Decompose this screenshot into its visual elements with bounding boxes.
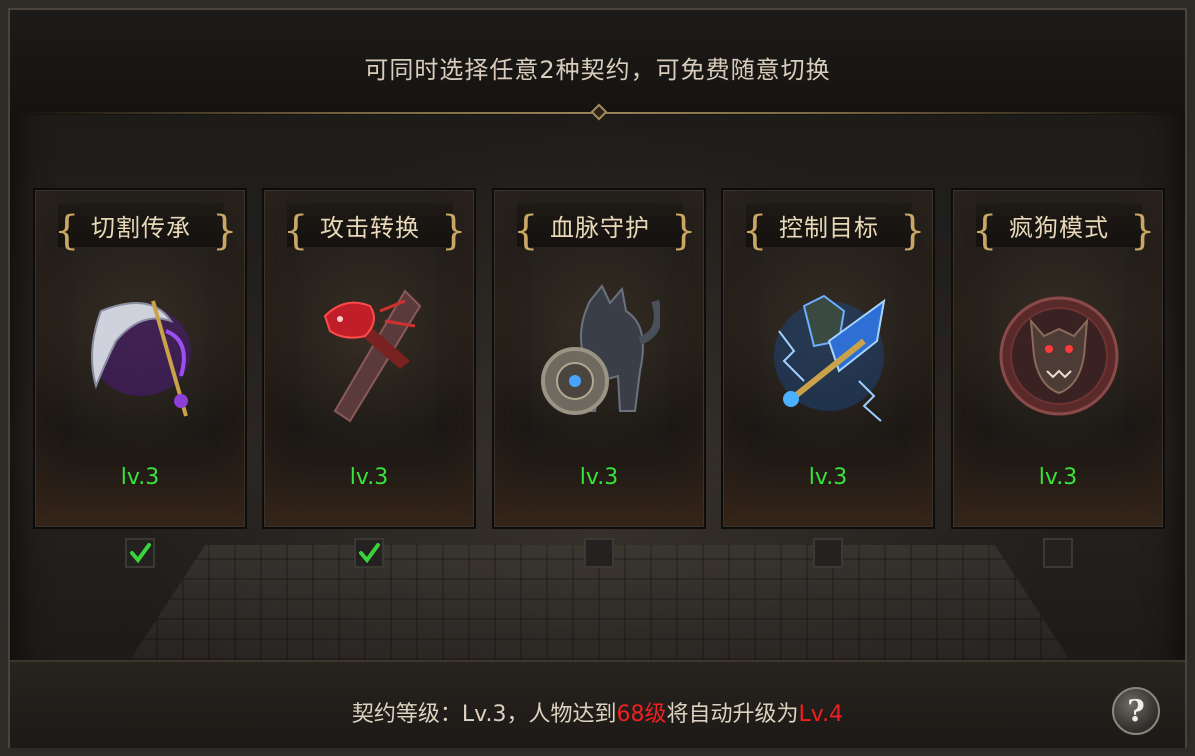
left-brace-icon: { — [54, 208, 81, 254]
question-mark-icon: ? — [1127, 693, 1145, 729]
select-checkbox-1[interactable] — [125, 538, 155, 568]
card-level: lv.3 — [120, 465, 160, 490]
purple-scythe-icon — [91, 300, 191, 417]
header-instruction: 可同时选择任意2种契约，可免费随意切换 — [364, 56, 831, 84]
card-title: 疯狗模式 — [1009, 213, 1109, 242]
right-brace-icon: } — [1130, 208, 1157, 254]
card-title-frame: { 疯狗模式 } — [972, 203, 1155, 253]
select-checkbox-3[interactable] — [584, 538, 614, 568]
footer: 契约等级：Lv.3，人物达到68级将自动升级为Lv.4 — [10, 660, 1185, 748]
contract-card-2[interactable]: { 攻击转换 } lv.3 — [264, 190, 474, 527]
contract-card-5[interactable]: { 疯狗模式 } lv.3 — [953, 190, 1163, 527]
card-title-frame: { 切割传承 } — [54, 203, 237, 253]
contract-card-1[interactable]: { 切割传承 } lv.3 — [35, 190, 245, 527]
level-info-prefix: 契约等级：Lv.3，人物达到 — [351, 702, 617, 727]
contract-card-3[interactable]: { 血脉守护 } lv.3 — [494, 190, 704, 527]
card-title: 控制目标 — [779, 213, 879, 242]
mad-dog-emblem-icon — [999, 296, 1119, 416]
right-brace-icon: } — [900, 208, 927, 254]
card-level: lv.3 — [579, 465, 619, 490]
checkmark-icon — [130, 543, 151, 564]
contract-card-4[interactable]: { 控制目标 } lv.3 — [723, 190, 933, 527]
left-brace-icon: { — [742, 208, 769, 254]
select-checkbox-4[interactable] — [813, 538, 843, 568]
card-title: 切割传承 — [91, 213, 191, 242]
card-title: 攻击转换 — [320, 213, 420, 242]
card-title-frame: { 控制目标 } — [742, 203, 925, 253]
help-button[interactable]: ? — [1112, 687, 1160, 735]
card-level: lv.3 — [1038, 465, 1078, 490]
select-checkbox-2[interactable] — [354, 538, 384, 568]
wolf-shield-icon — [541, 284, 660, 415]
card-level: lv.3 — [349, 465, 389, 490]
next-level: Lv.4 — [798, 702, 844, 727]
card-title-frame: { 血脉守护 } — [513, 203, 696, 253]
contract-level-info: 契约等级：Lv.3，人物达到68级将自动升级为Lv.4 — [10, 696, 1185, 728]
card-title-frame: { 攻击转换 } — [283, 203, 466, 253]
card-title: 血脉守护 — [550, 213, 650, 242]
left-brace-icon: { — [283, 208, 310, 254]
blue-lightning-beast-icon — [774, 294, 886, 422]
level-requirement: 68级 — [616, 702, 667, 727]
select-checkbox-5[interactable] — [1043, 538, 1073, 568]
red-dragon-sword-icon — [323, 289, 422, 423]
right-brace-icon: } — [212, 208, 239, 254]
right-brace-icon: } — [441, 208, 468, 254]
right-brace-icon: } — [671, 208, 698, 254]
header: 可同时选择任意2种契约，可免费随意切换 — [10, 10, 1185, 115]
left-brace-icon: { — [513, 208, 540, 254]
level-info-middle: 将自动升级为 — [666, 702, 799, 727]
card-level: lv.3 — [808, 465, 848, 490]
left-brace-icon: { — [972, 208, 999, 254]
checkmark-icon — [359, 543, 380, 564]
